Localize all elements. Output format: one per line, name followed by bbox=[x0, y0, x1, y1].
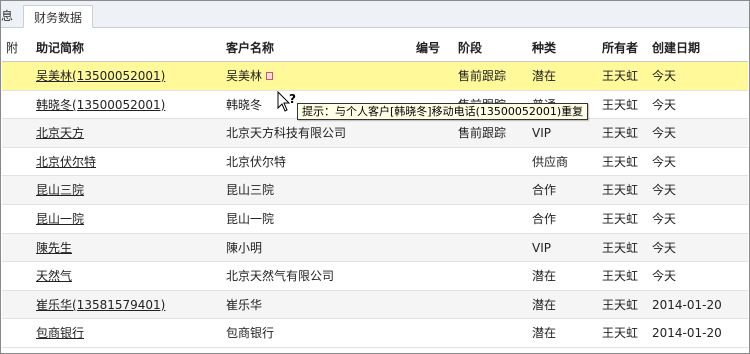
customer-name: 韩晓冬 bbox=[226, 97, 263, 112]
column-header-stage[interactable]: 阶段 bbox=[458, 34, 482, 61]
customer-name: 包商银行 bbox=[226, 326, 275, 341]
customer-type: 潜在 bbox=[532, 297, 557, 312]
customer-type: 潜在 bbox=[532, 69, 557, 83]
table-header: 附 助记简称 客户名称 编号 阶段 种类 所有者 创建日期 bbox=[2, 34, 748, 62]
table-row[interactable]: 北京天方 北京天方科技有限公司 售前跟踪 VIP 王天虹 今天 bbox=[2, 119, 748, 148]
customer-short-name-link[interactable]: 包商银行 bbox=[36, 326, 84, 340]
column-header-short-name[interactable]: 助记简称 bbox=[36, 34, 84, 61]
customer-owner: 王天虹 bbox=[602, 69, 639, 83]
customer-short-name-link[interactable]: 昆山三院 bbox=[36, 183, 84, 197]
customer-created-date: 今天 bbox=[652, 97, 677, 112]
column-header-attachment[interactable]: 附 bbox=[6, 34, 18, 61]
customer-short-name-link[interactable]: 崔乐华(13581579401) bbox=[36, 298, 165, 312]
column-header-created-date[interactable]: 创建日期 bbox=[652, 34, 700, 61]
column-header-code[interactable]: 编号 bbox=[416, 34, 440, 61]
customer-name: 陳小明 bbox=[226, 240, 263, 255]
table-row[interactable]: 陳先生 陳小明 VIP 王天虹 今天 bbox=[2, 233, 748, 263]
table-row[interactable]: 昆山三院 昆山三院 合作 王天虹 今天 bbox=[2, 176, 748, 205]
customer-created-date: 今天 bbox=[652, 269, 677, 284]
customer-owner: 王天虹 bbox=[602, 240, 639, 255]
table-row[interactable]: 北京伏尔特 北京伏尔特 供应商 王天虹 今天 bbox=[2, 148, 748, 177]
customer-stage: 售前跟踪 bbox=[458, 126, 507, 141]
tab-finance-data[interactable]: 财务数据 bbox=[23, 5, 94, 28]
customer-created-date: 今天 bbox=[652, 240, 677, 255]
customer-owner: 王天虹 bbox=[602, 126, 639, 141]
customer-short-name-link[interactable]: 北京伏尔特 bbox=[36, 155, 96, 169]
customer-short-name-link[interactable]: 陳先生 bbox=[36, 241, 72, 255]
customer-name: 吴美林 bbox=[226, 69, 263, 83]
customer-name: 北京天方科技有限公司 bbox=[226, 126, 347, 141]
note-icon[interactable] bbox=[266, 71, 274, 80]
column-header-type[interactable]: 种类 bbox=[532, 34, 556, 61]
table-row[interactable]: 天然气 北京天然气有限公司 潜在 王天虹 今天 bbox=[2, 262, 748, 291]
customer-created-date: 今天 bbox=[652, 154, 677, 169]
customer-owner: 王天虹 bbox=[602, 183, 639, 198]
customer-type: 潜在 bbox=[532, 269, 557, 284]
customer-owner: 王天虹 bbox=[602, 211, 639, 226]
customer-owner: 王天虹 bbox=[602, 326, 639, 341]
customer-name: 北京天然气有限公司 bbox=[226, 269, 335, 284]
tab-partial[interactable]: 息 bbox=[1, 7, 15, 27]
customer-type: 潜在 bbox=[532, 326, 557, 341]
customer-type: VIP bbox=[532, 126, 551, 141]
customer-type: 合作 bbox=[532, 211, 557, 226]
table-row[interactable]: 崔乐华(13581579401) 崔乐华 潜在 王天虹 2014-01-20 bbox=[2, 290, 748, 320]
customer-list-window: 息 财务数据 附 助记简称 客户名称 编号 阶段 种类 所有者 创建日期 吴美林… bbox=[0, 0, 750, 354]
customer-owner: 王天虹 bbox=[602, 297, 639, 312]
customer-table: 附 助记简称 客户名称 编号 阶段 种类 所有者 创建日期 吴美林(135000… bbox=[2, 34, 748, 348]
customer-type: 合作 bbox=[532, 183, 557, 198]
customer-short-name-link[interactable]: 吴美林(13500052001) bbox=[36, 69, 165, 83]
column-header-owner[interactable]: 所有者 bbox=[602, 34, 638, 61]
customer-created-date: 2014-01-20 bbox=[652, 297, 722, 312]
customer-created-date: 今天 bbox=[652, 183, 677, 198]
customer-type: 供应商 bbox=[532, 154, 569, 169]
customer-stage: 售前跟踪 bbox=[458, 69, 507, 83]
customer-created-date: 今天 bbox=[652, 211, 677, 226]
customer-owner: 王天虹 bbox=[602, 97, 639, 112]
customer-name: 北京伏尔特 bbox=[226, 154, 287, 169]
svg-text:?: ? bbox=[289, 92, 296, 106]
customer-owner: 王天虹 bbox=[602, 154, 639, 169]
customer-name: 昆山一院 bbox=[226, 211, 275, 226]
table-row[interactable]: 吴美林(13500052001) 吴美林 售前跟踪 潜在 王天虹 今天 bbox=[2, 62, 748, 91]
customer-owner: 王天虹 bbox=[602, 269, 639, 284]
customer-created-date: 今天 bbox=[652, 126, 677, 141]
customer-short-name-link[interactable]: 北京天方 bbox=[36, 126, 84, 140]
customer-short-name-link[interactable]: 韩晓冬(13500052001) bbox=[36, 98, 165, 112]
customer-created-date: 2014-01-20 bbox=[652, 326, 722, 341]
table-row[interactable]: 昆山一院 昆山一院 合作 王天虹 今天 bbox=[2, 205, 748, 234]
customer-type: VIP bbox=[532, 240, 551, 255]
duplicate-warning-tooltip: 提示：与个人客户[韩晓冬]移动电话(13500052001)重复 bbox=[297, 103, 589, 120]
customer-name: 昆山三院 bbox=[226, 183, 275, 198]
column-header-customer-name[interactable]: 客户名称 bbox=[226, 34, 274, 61]
customer-name: 崔乐华 bbox=[226, 297, 263, 312]
customer-created-date: 今天 bbox=[652, 69, 677, 83]
customer-short-name-link[interactable]: 天然气 bbox=[36, 269, 72, 283]
table-row[interactable]: 包商银行 包商银行 潜在 王天虹 2014-01-20 bbox=[2, 319, 748, 348]
customer-short-name-link[interactable]: 昆山一院 bbox=[36, 212, 84, 226]
tab-bar: 息 财务数据 bbox=[1, 1, 749, 28]
help-cursor-icon: ? bbox=[277, 91, 296, 112]
